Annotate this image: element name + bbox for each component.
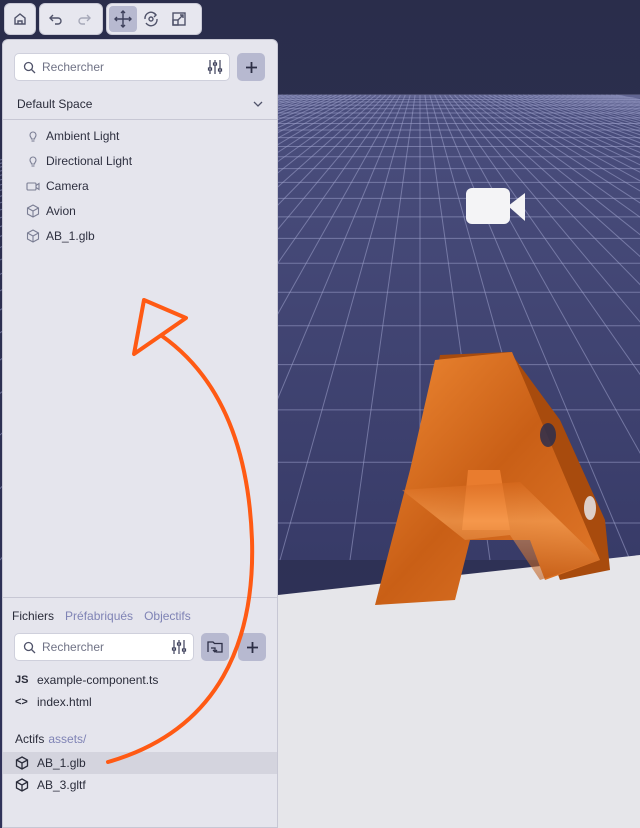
rotate-icon <box>144 11 158 27</box>
redo-button[interactable] <box>70 6 98 32</box>
tree-item-label: Avion <box>46 204 76 218</box>
toolbar-transform-group <box>106 3 202 35</box>
file-index-html[interactable]: <> index.html <box>3 691 277 713</box>
scene-panel: Default Space Ambient Light Directional … <box>2 39 278 828</box>
assets-header: Actifs assets/ <box>15 732 86 746</box>
folder-link-icon <box>207 641 223 653</box>
code-icon: <> <box>15 696 28 708</box>
assets-path[interactable]: assets/ <box>48 732 86 746</box>
camera-icon <box>26 182 40 191</box>
scene-search-input[interactable] <box>42 60 207 74</box>
space-selector[interactable]: Default Space <box>3 90 277 120</box>
files-tabs: Fichiers Préfabriqués Objectifs <box>12 609 191 623</box>
sliders-icon[interactable] <box>171 639 187 655</box>
tree-item-label: Camera <box>46 179 89 193</box>
chevron-down-icon <box>253 101 263 107</box>
add-entity-button[interactable] <box>237 53 265 81</box>
toolbar-home-group <box>4 3 36 35</box>
home-button[interactable] <box>7 6 33 32</box>
file-label: example-component.ts <box>37 673 159 687</box>
plus-icon <box>246 641 258 653</box>
panel-divider[interactable] <box>3 597 277 598</box>
files-search-input[interactable] <box>42 640 171 654</box>
scale-tool-button[interactable] <box>165 6 193 32</box>
tree-item-label: Ambient Light <box>46 129 120 143</box>
asset-label: AB_1.glb <box>37 756 86 770</box>
asset-label: AB_3.gltf <box>37 778 86 792</box>
scene-search-box <box>14 53 230 81</box>
tree-item-ambient-light[interactable]: Ambient Light <box>3 124 277 148</box>
undo-icon <box>49 14 62 25</box>
move-tool-button[interactable] <box>109 6 137 32</box>
scale-icon <box>172 12 186 26</box>
cube-icon <box>15 756 29 770</box>
undo-button[interactable] <box>42 6 70 32</box>
lightbulb-icon <box>29 131 37 142</box>
assets-title: Actifs <box>15 732 45 746</box>
js-icon: JS <box>15 674 29 686</box>
file-label: index.html <box>37 695 92 709</box>
search-icon <box>23 61 36 73</box>
add-file-button[interactable] <box>238 633 266 661</box>
lightbulb-icon <box>29 156 37 167</box>
home-icon <box>14 13 26 25</box>
tree-item-camera[interactable]: Camera <box>3 174 277 198</box>
asset-ab1-glb[interactable]: AB_1.glb <box>3 752 277 774</box>
toolbar-history-group <box>39 3 103 35</box>
tab-prefabriques[interactable]: Préfabriqués <box>65 609 133 623</box>
rotate-tool-button[interactable] <box>137 6 165 32</box>
tab-objectifs[interactable]: Objectifs <box>144 609 191 623</box>
cube-icon <box>26 229 40 243</box>
files-search-box <box>14 633 194 661</box>
tree-item-label: AB_1.glb <box>46 229 95 243</box>
open-folder-button[interactable] <box>201 633 229 661</box>
move-icon <box>114 10 132 28</box>
sliders-icon[interactable] <box>207 59 223 75</box>
tree-item-label: Directional Light <box>46 154 133 168</box>
plus-icon <box>245 61 257 73</box>
cube-icon <box>15 778 29 792</box>
redo-icon <box>78 14 91 25</box>
tab-fichiers[interactable]: Fichiers <box>12 609 54 623</box>
cube-icon <box>26 204 40 218</box>
tree-item-directional-light[interactable]: Directional Light <box>3 149 277 173</box>
file-example-component[interactable]: JS example-component.ts <box>3 669 277 691</box>
search-icon <box>23 641 36 653</box>
space-label: Default Space <box>17 97 93 111</box>
tree-item-avion[interactable]: Avion <box>3 199 277 223</box>
asset-ab3-gltf[interactable]: AB_3.gltf <box>3 774 277 796</box>
tree-item-ab1[interactable]: AB_1.glb <box>3 224 277 248</box>
